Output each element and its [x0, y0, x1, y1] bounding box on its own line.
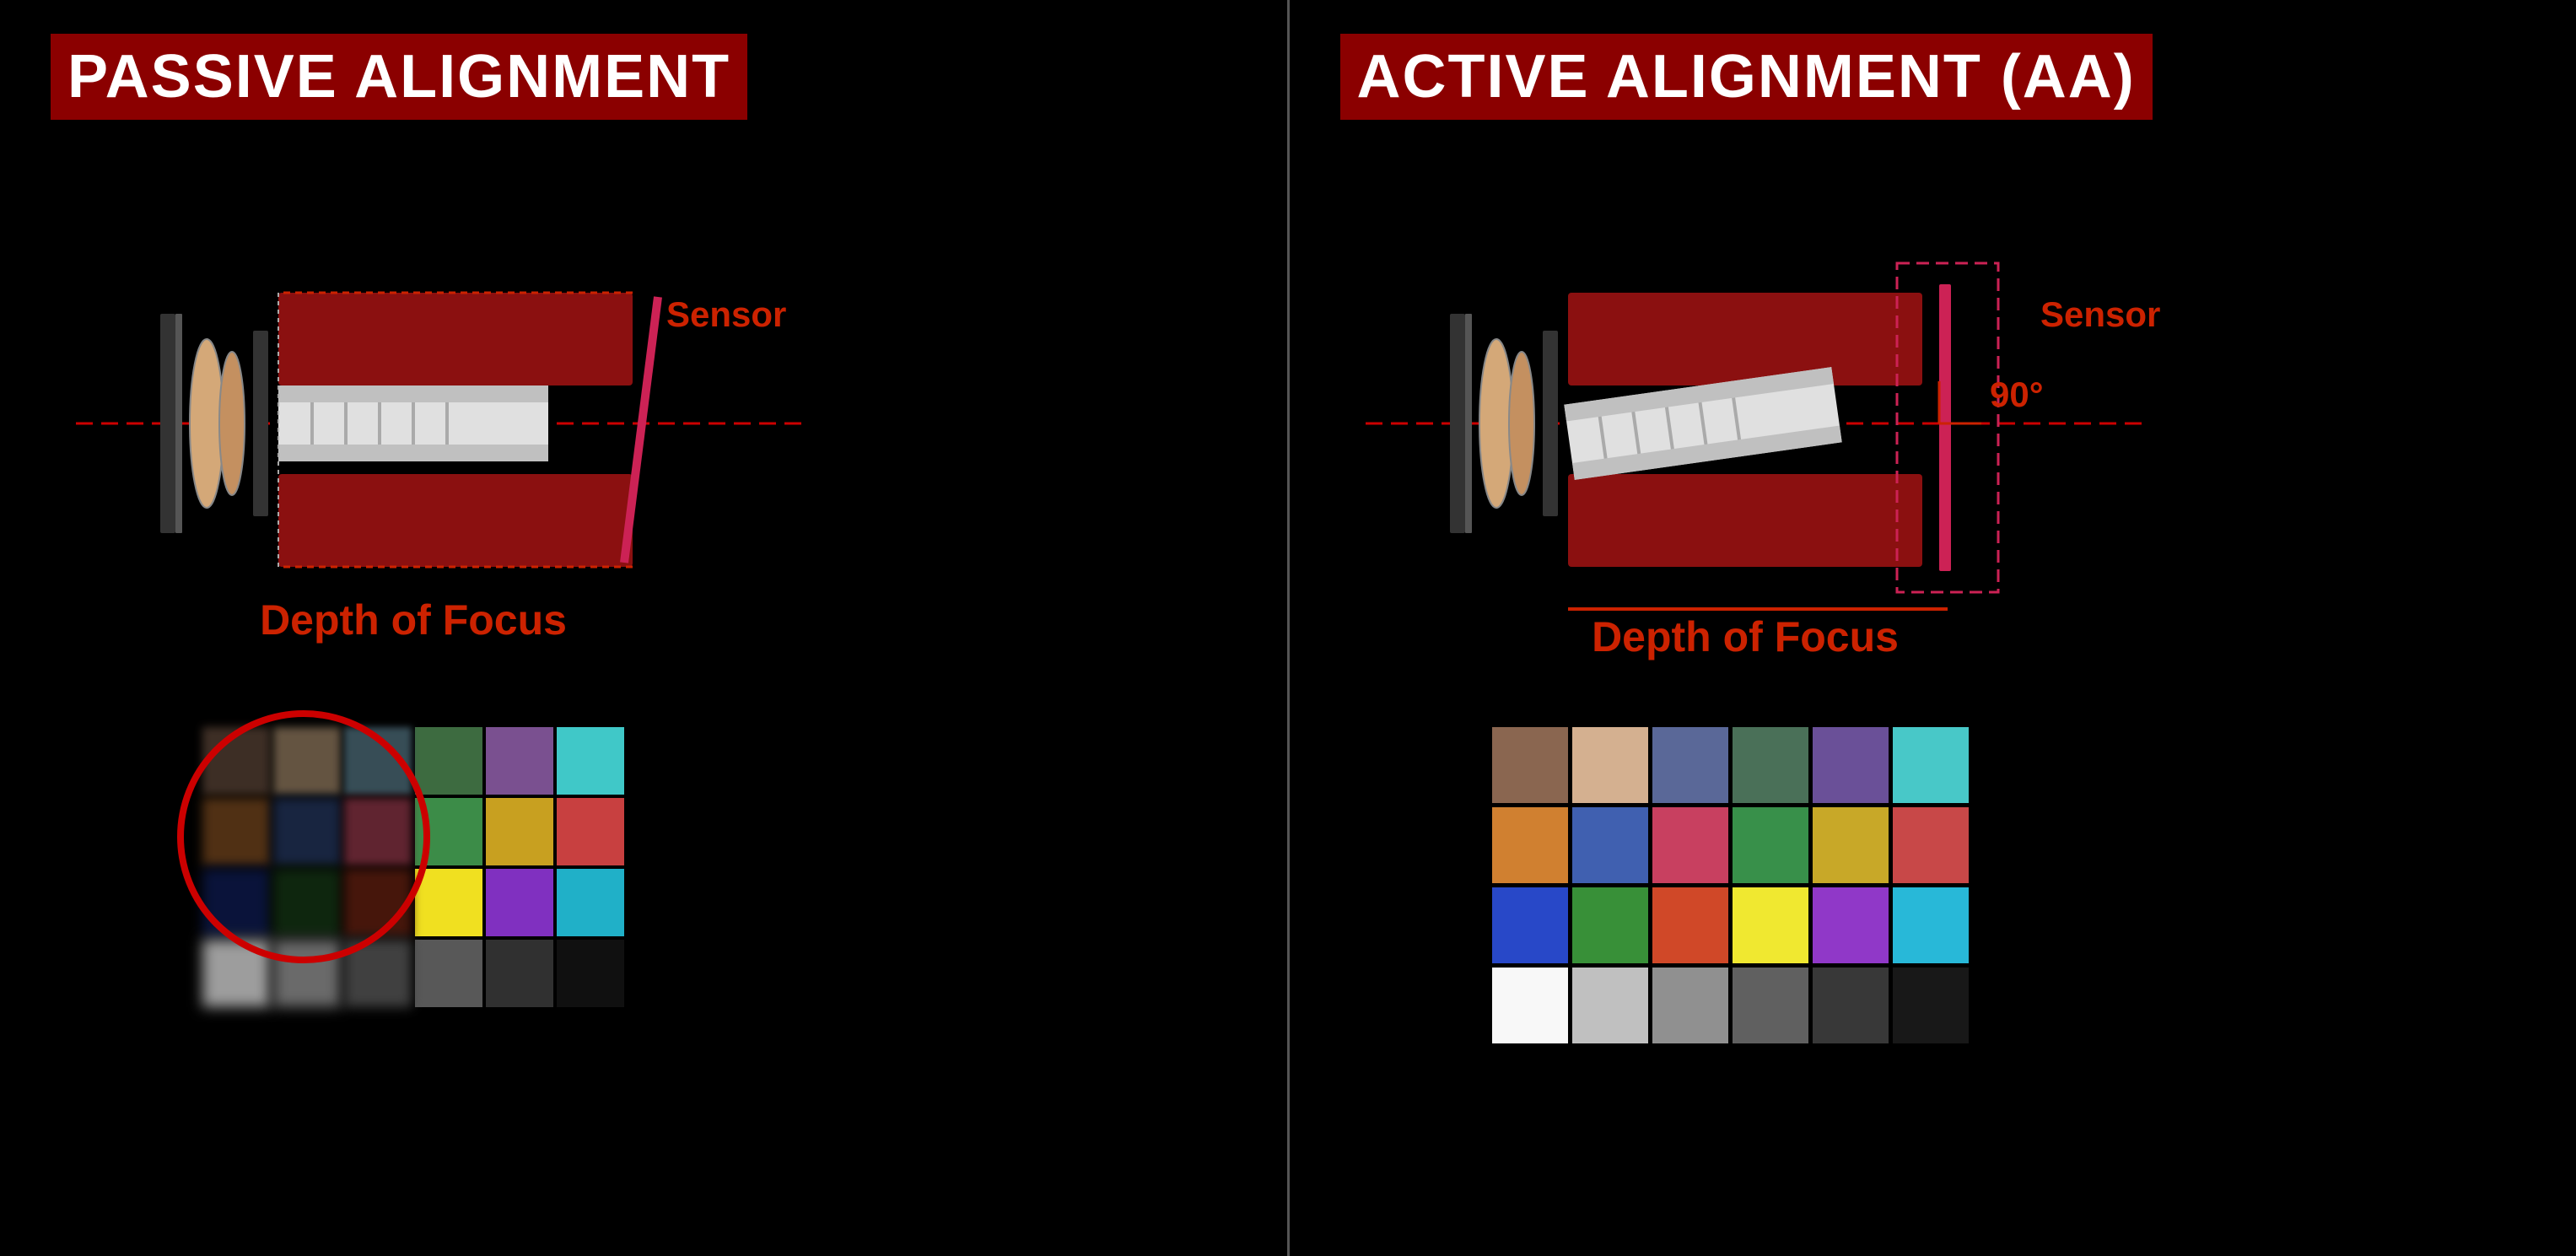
color-cell: [1492, 887, 1568, 963]
svg-text:90°: 90°: [1990, 375, 2044, 414]
color-cell: [1492, 807, 1568, 883]
color-cell: [415, 869, 482, 936]
color-cell: [344, 727, 412, 795]
color-cell: [1572, 807, 1648, 883]
color-cell: [202, 940, 270, 1007]
color-cell: [1652, 887, 1728, 963]
right-panel: ACTIVE ALIGNMENT (AA): [1290, 0, 2576, 1256]
color-cell: [344, 869, 412, 936]
color-cell: [1652, 968, 1728, 1043]
color-cell: [1813, 968, 1889, 1043]
main-container: PASSIVE ALIGNMENT: [0, 0, 2576, 1256]
svg-text:Sensor: Sensor: [666, 294, 786, 334]
color-cell: [557, 869, 624, 936]
svg-text:Sensor: Sensor: [2040, 294, 2160, 334]
color-cell: [1652, 807, 1728, 883]
color-cell: [1572, 887, 1648, 963]
color-cell: [415, 940, 482, 1007]
color-cell: [344, 798, 412, 865]
color-cell: [1733, 968, 1808, 1043]
left-diagram-svg: Sensor Depth of Focus: [51, 162, 1231, 685]
svg-text:Depth of Focus: Depth of Focus: [260, 596, 567, 644]
color-cell: [1492, 727, 1568, 803]
color-cell: [273, 727, 341, 795]
color-cell: [202, 798, 270, 865]
color-cell: [486, 798, 553, 865]
color-cell: [273, 940, 341, 1007]
color-cell: [1572, 968, 1648, 1043]
right-color-chart: [1492, 727, 1969, 1043]
color-cell: [1893, 727, 1969, 803]
color-cell: [1492, 968, 1568, 1043]
left-panel: PASSIVE ALIGNMENT: [0, 0, 1287, 1256]
color-cell: [273, 869, 341, 936]
color-cell: [1733, 887, 1808, 963]
color-cell: [202, 727, 270, 795]
color-cell: [557, 940, 624, 1007]
color-cell: [415, 798, 482, 865]
color-cell: [1893, 807, 1969, 883]
left-color-chart: [202, 727, 624, 1007]
color-cell: [486, 869, 553, 936]
color-cell: [1893, 968, 1969, 1043]
right-title: ACTIVE ALIGNMENT (AA): [1340, 34, 2153, 120]
color-cell: [415, 727, 482, 795]
left-diagram-area: Sensor Depth of Focus: [51, 162, 1237, 710]
color-cell: [486, 727, 553, 795]
left-title: PASSIVE ALIGNMENT: [51, 34, 747, 120]
svg-text:Depth of Focus: Depth of Focus: [1592, 613, 1899, 660]
color-cell: [557, 798, 624, 865]
right-diagram-area: 90° Sensor Depth of Focus: [1340, 162, 2526, 710]
color-cell: [557, 727, 624, 795]
color-cell: [486, 940, 553, 1007]
color-cell: [1733, 727, 1808, 803]
color-cell: [1652, 727, 1728, 803]
color-cell: [1813, 807, 1889, 883]
color-cell: [202, 869, 270, 936]
right-diagram-svg: 90° Sensor Depth of Focus: [1340, 162, 2521, 685]
color-cell: [1813, 887, 1889, 963]
color-cell: [1733, 807, 1808, 883]
color-cell: [1572, 727, 1648, 803]
color-cell: [273, 798, 341, 865]
color-cell: [1813, 727, 1889, 803]
color-cell: [1893, 887, 1969, 963]
color-cell: [344, 940, 412, 1007]
